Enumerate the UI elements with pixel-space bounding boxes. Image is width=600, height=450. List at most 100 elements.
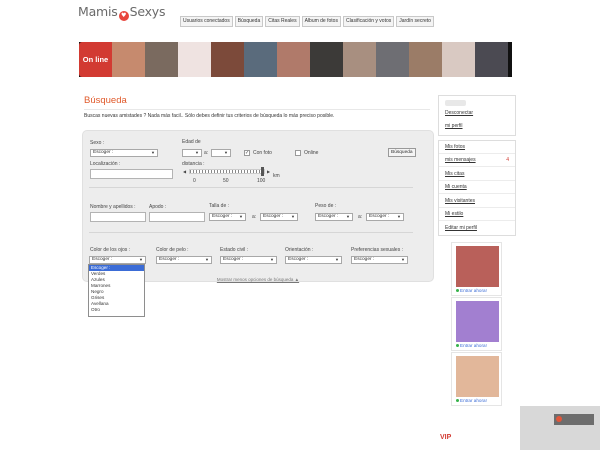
dropdown-option[interactable]: Otro bbox=[89, 307, 144, 313]
nav-busqueda[interactable]: Búsqueda bbox=[234, 16, 264, 27]
chevron-down-icon: ▼ bbox=[239, 214, 243, 219]
enter-now-link[interactable]: Entrar ahora! bbox=[456, 398, 487, 403]
menu-row: Mis fotos bbox=[439, 141, 515, 154]
pelo-select[interactable]: Escoger : ▼ bbox=[156, 256, 212, 264]
corner-widget[interactable] bbox=[520, 406, 600, 450]
menu-row: Editar mi perfil bbox=[439, 222, 515, 235]
chevron-down-icon: ▼ bbox=[401, 257, 405, 262]
profile-card[interactable]: Entrar ahora! bbox=[451, 297, 502, 351]
member-thumbnail[interactable] bbox=[376, 42, 409, 77]
distance-slider-handle[interactable] bbox=[261, 167, 264, 176]
nav-clasificacion[interactable]: Clasificación y votos bbox=[342, 16, 395, 27]
chevron-down-icon: ▼ bbox=[151, 150, 155, 155]
slider-right-arrow-icon[interactable]: ▶ bbox=[267, 169, 270, 174]
enter-now-label: Entrar ahora! bbox=[460, 343, 487, 348]
logo-left: Mamis bbox=[78, 4, 118, 19]
member-thumbnail[interactable] bbox=[475, 42, 508, 77]
ojos-select[interactable]: Escoger : ▼ bbox=[89, 256, 146, 264]
con-foto-label: Con foto bbox=[253, 150, 272, 156]
member-thumbnail[interactable] bbox=[409, 42, 442, 77]
menu-mis-visitantes[interactable]: Mis visitantes bbox=[445, 198, 475, 204]
menu-mis-citas[interactable]: Mis citas bbox=[445, 171, 464, 177]
member-thumbnail[interactable] bbox=[343, 42, 376, 77]
orientacion-select-value: Escoger : bbox=[288, 257, 309, 262]
edad-from-select[interactable]: ▼ bbox=[182, 149, 202, 157]
localizacion-input[interactable] bbox=[90, 169, 173, 179]
orientacion-select[interactable]: Escoger : ▼ bbox=[285, 256, 342, 264]
nombre-label: Nombre y apellidos : bbox=[90, 204, 136, 210]
peso-from-select[interactable]: Escoger : ▼ bbox=[315, 213, 353, 221]
nav-citas-reales[interactable]: Citas Reales bbox=[265, 16, 300, 27]
menu-mis-fotos[interactable]: Mis fotos bbox=[445, 144, 465, 150]
chevron-down-icon: ▼ bbox=[195, 150, 199, 155]
menu-editar-perfil[interactable]: Editar mi perfil bbox=[445, 225, 477, 231]
logo-right: Sexys bbox=[129, 4, 166, 19]
member-thumbnail[interactable] bbox=[211, 42, 244, 77]
profile-photo[interactable] bbox=[456, 246, 499, 287]
enter-now-link[interactable]: Entrar ahora! bbox=[456, 343, 487, 348]
civil-select[interactable]: Escoger : ▼ bbox=[220, 256, 277, 264]
form-divider bbox=[89, 232, 413, 233]
member-thumbnail[interactable] bbox=[244, 42, 277, 77]
menu-mis-mensajes[interactable]: mis mensajes bbox=[445, 157, 476, 163]
title-divider bbox=[84, 109, 430, 110]
member-thumbnail[interactable] bbox=[442, 42, 475, 77]
apodo-input[interactable] bbox=[149, 212, 205, 222]
pelo-label: Color de pelo : bbox=[156, 247, 189, 253]
con-foto-checkbox[interactable]: ✓ bbox=[244, 150, 250, 156]
peso-to-select[interactable]: Escoger : ▼ bbox=[366, 213, 404, 221]
nav-usuarios-conectados[interactable]: Usuarios conectados bbox=[180, 16, 233, 27]
member-thumbnail[interactable] bbox=[277, 42, 310, 77]
sexo-select-value: Escoger : bbox=[93, 150, 114, 155]
nombre-input[interactable] bbox=[90, 212, 146, 222]
nav-album-de-fotos[interactable]: Album de fotos bbox=[301, 16, 341, 27]
less-options-link[interactable]: Mostrar menos opciones de búsqueda ▲ bbox=[208, 277, 308, 284]
busqueda-button[interactable]: Búsqueda bbox=[388, 148, 416, 157]
menu-row: Mi cuenta bbox=[439, 181, 515, 194]
member-thumbnail[interactable] bbox=[310, 42, 343, 77]
talla-from-value: Escoger : bbox=[212, 214, 233, 219]
civil-select-value: Escoger : bbox=[223, 257, 244, 262]
online-status-icon bbox=[456, 399, 459, 402]
nav-jardin-secreto[interactable]: Jardín secreto bbox=[396, 16, 434, 27]
distancia-label: distancia : bbox=[182, 161, 205, 167]
member-thumbnail[interactable] bbox=[145, 42, 178, 77]
slider-left-arrow-icon[interactable]: ◀ bbox=[183, 169, 186, 174]
site-logo[interactable]: Mamis ♥ Sexys bbox=[78, 4, 166, 21]
online-label[interactable]: On line bbox=[79, 42, 112, 77]
vip-heading: VIP bbox=[440, 434, 452, 441]
enter-now-link[interactable]: Entrar ahora! bbox=[456, 288, 487, 293]
form-divider bbox=[89, 187, 413, 188]
chevron-down-icon: ▼ bbox=[397, 214, 401, 219]
online-status-icon bbox=[456, 344, 459, 347]
menu-row: Mis citas bbox=[439, 168, 515, 181]
chevron-down-icon: ▼ bbox=[139, 257, 143, 262]
online-label: Online bbox=[304, 150, 319, 156]
sexo-select[interactable]: Escoger : ▼ bbox=[90, 149, 158, 157]
edad-a-label: a: bbox=[204, 150, 209, 156]
member-thumbnail[interactable] bbox=[178, 42, 211, 77]
member-thumbnail[interactable] bbox=[112, 42, 145, 77]
chevron-down-icon: ▼ bbox=[346, 214, 350, 219]
online-checkbox[interactable] bbox=[295, 150, 301, 156]
online-banner: On line bbox=[79, 42, 512, 77]
menu-mi-cuenta[interactable]: Mi cuenta bbox=[445, 184, 467, 190]
distance-slider-track[interactable] bbox=[189, 169, 265, 174]
civil-label: Estado civil : bbox=[220, 247, 249, 253]
talla-label: Talla de : bbox=[209, 203, 230, 209]
messages-count-badge: 4 bbox=[506, 157, 509, 163]
profile-photo[interactable] bbox=[456, 356, 499, 397]
desconectar-link[interactable]: Desconectar bbox=[445, 110, 473, 116]
talla-from-select[interactable]: Escoger : ▼ bbox=[209, 213, 246, 221]
slider-tick-100: 100 bbox=[257, 178, 266, 184]
profile-card[interactable]: Entrar ahora! bbox=[451, 352, 502, 406]
preferencias-select[interactable]: Escoger : ▼ bbox=[351, 256, 408, 264]
pelo-select-value: Escoger : bbox=[159, 257, 180, 262]
edad-to-select[interactable]: ▼ bbox=[211, 149, 231, 157]
mi-perfil-link[interactable]: mi perfil bbox=[445, 123, 463, 129]
menu-mi-estilo[interactable]: Mi estilo bbox=[445, 211, 463, 217]
profile-photo[interactable] bbox=[456, 301, 499, 342]
profile-card[interactable]: Entrar ahora! bbox=[451, 242, 502, 296]
username-placeholder bbox=[445, 100, 466, 106]
talla-to-select[interactable]: Escoger : ▼ bbox=[260, 213, 298, 221]
